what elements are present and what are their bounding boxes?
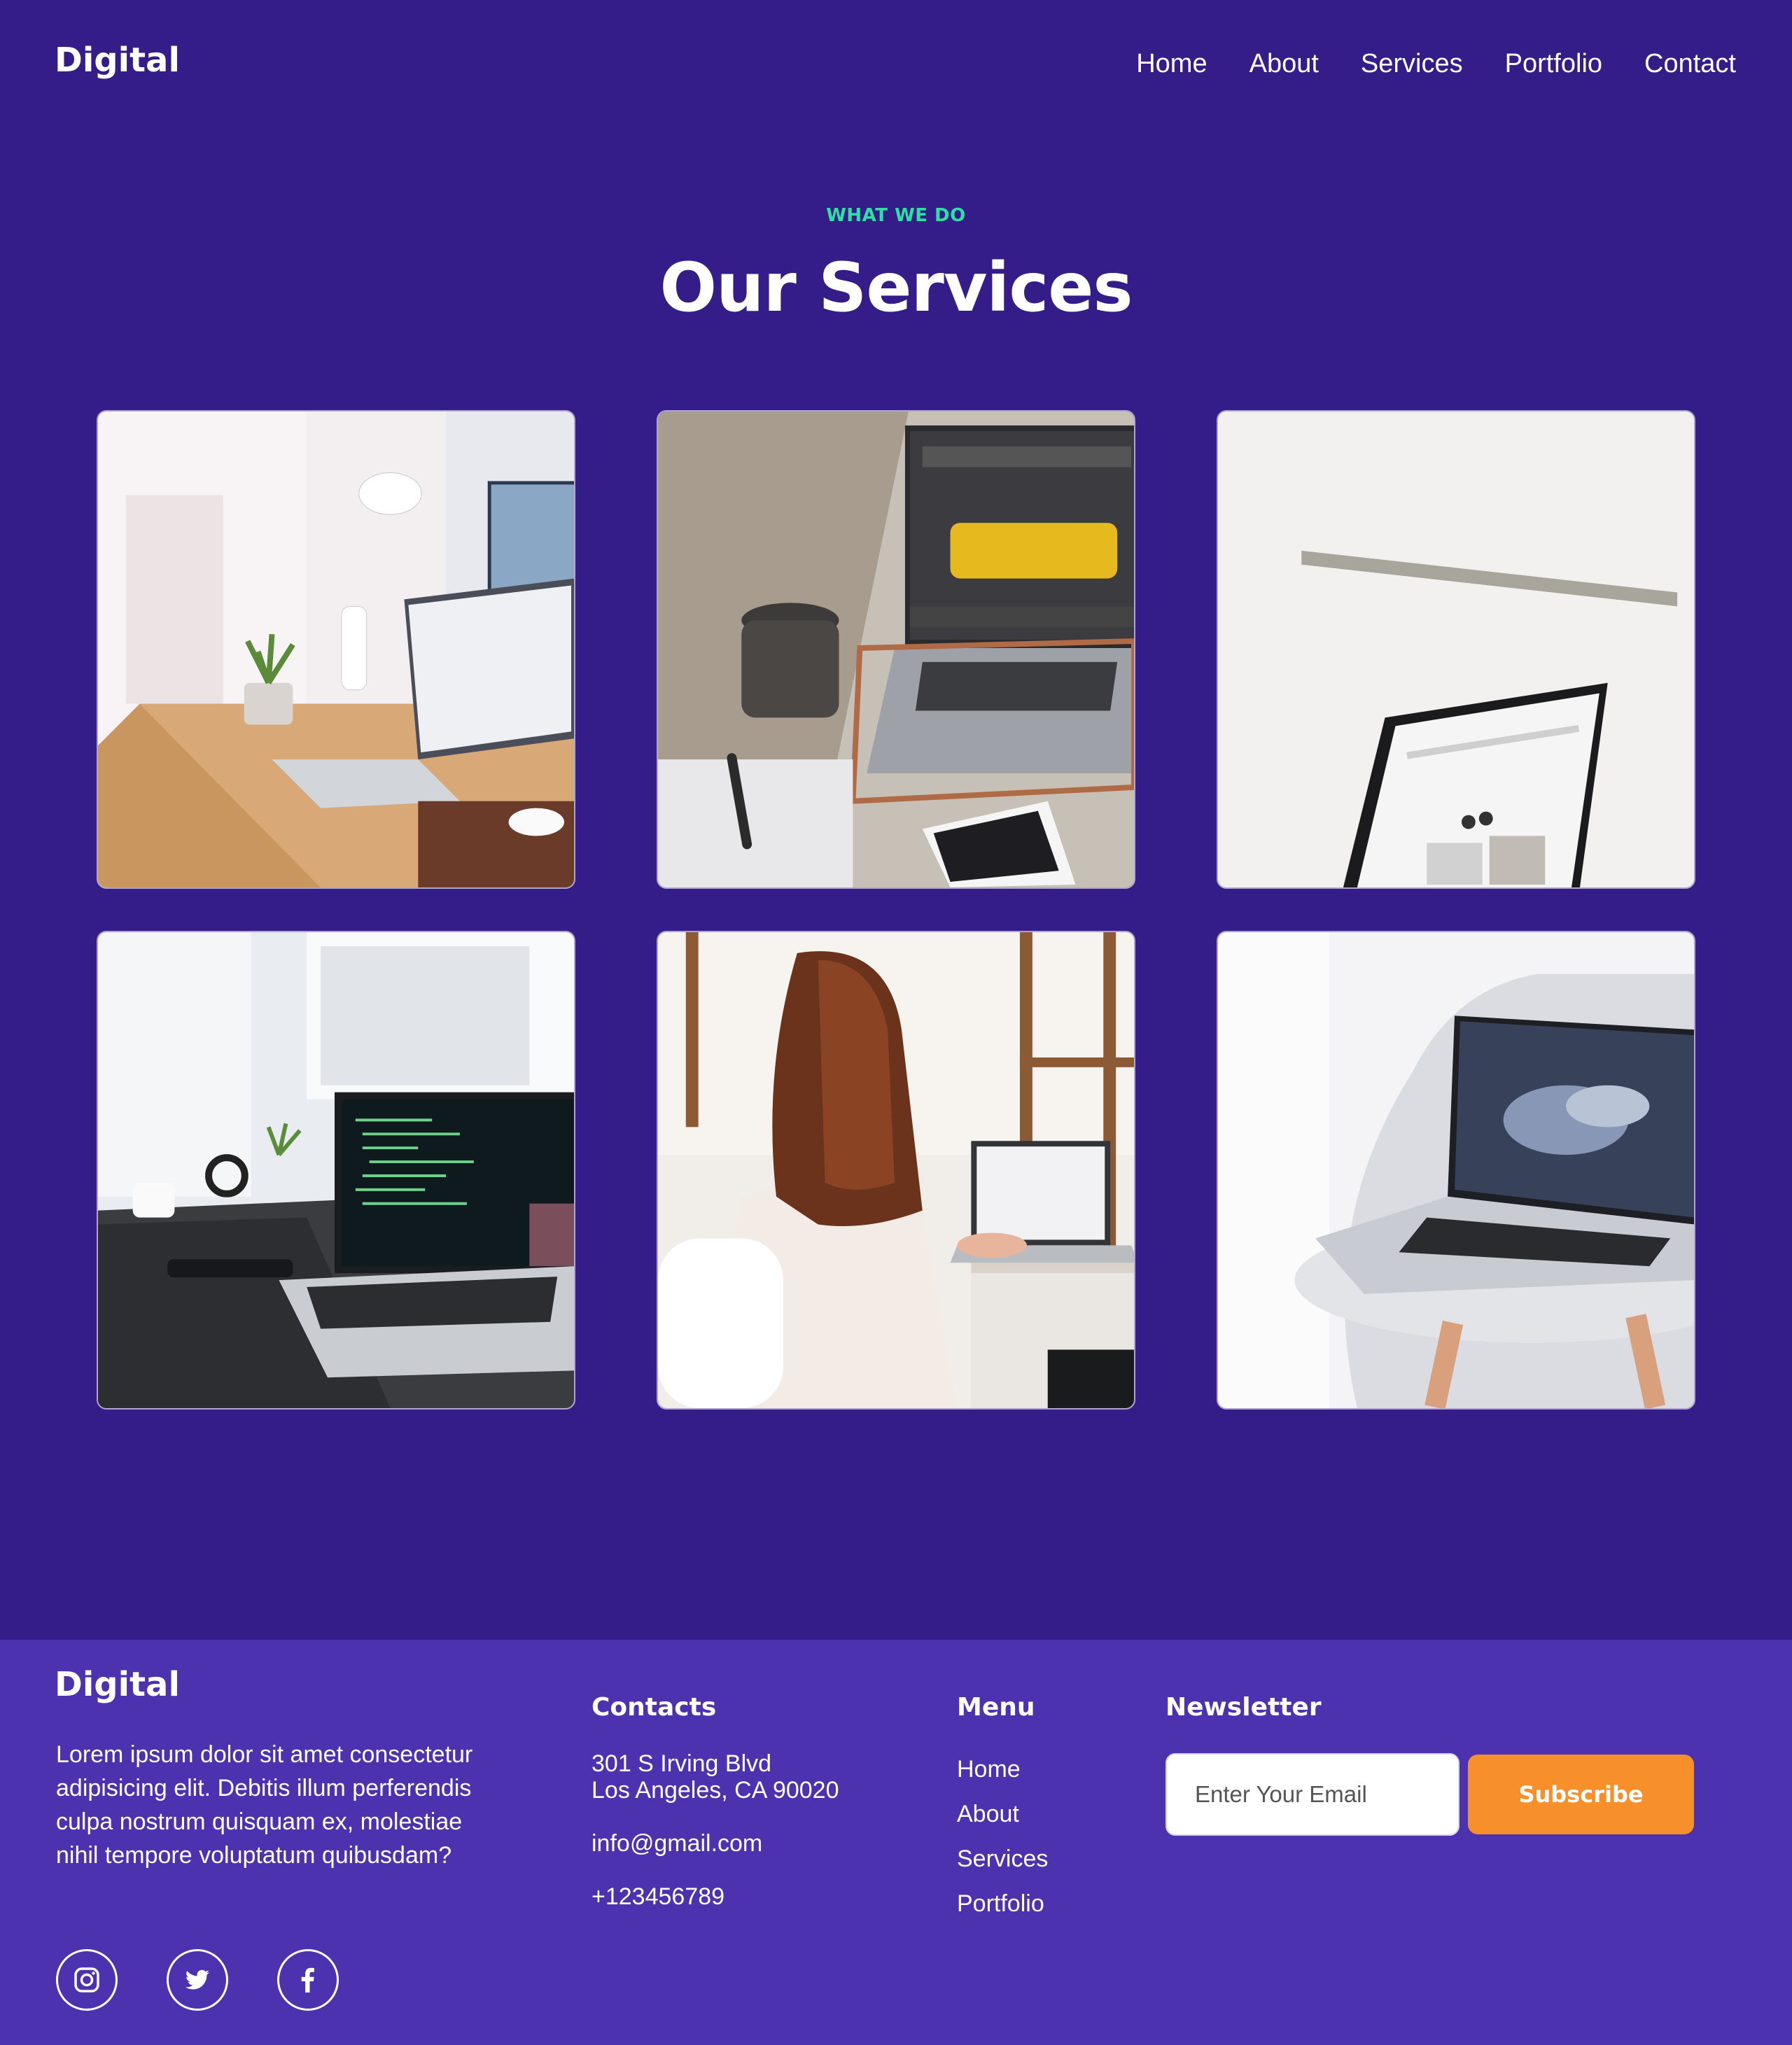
section-eyebrow: WHAT WE DO [826, 205, 966, 226]
site-footer: Digital Lorem ipsum dolor sit amet conse… [0, 1640, 1792, 2045]
site-logo[interactable]: Digital [55, 41, 180, 80]
nav-contact[interactable]: Contact [1644, 49, 1736, 79]
coding-laptop-photo [98, 932, 574, 1408]
service-tile-3[interactable] [1217, 410, 1695, 889]
footer-description: Lorem ipsum dolor sit amet consectetur a… [56, 1741, 473, 1869]
footer-menu-home[interactable]: Home [957, 1756, 1048, 1801]
menu-title: Menu [957, 1693, 1035, 1722]
services-grid [97, 410, 1695, 1410]
service-tile-5[interactable] [657, 931, 1135, 1410]
service-tile-1[interactable] [97, 410, 575, 889]
twitter-button[interactable] [167, 1949, 228, 2011]
contact-phone[interactable]: +123456789 [592, 1883, 886, 1910]
newsletter-title: Newsletter [1166, 1693, 1322, 1722]
woman-working-photo [658, 932, 1134, 1408]
footer-logo[interactable]: Digital [55, 1665, 180, 1704]
footer-menu: Home About Services Portfolio [957, 1756, 1048, 1935]
address-line-2: Los Angeles, CA 90020 [592, 1777, 839, 1804]
newsletter-email-input[interactable] [1166, 1753, 1460, 1836]
footer-menu-portfolio[interactable]: Portfolio [957, 1890, 1048, 1935]
desk-with-laptops-photo [98, 412, 574, 887]
nav-services[interactable]: Services [1361, 49, 1463, 79]
twitter-icon [185, 1969, 209, 1990]
facebook-button[interactable] [277, 1949, 339, 2011]
footer-menu-services[interactable]: Services [957, 1846, 1048, 1890]
nav-about[interactable]: About [1250, 49, 1319, 79]
subscribe-button[interactable]: Subscribe [1468, 1755, 1694, 1834]
contact-email[interactable]: info@gmail.com [592, 1830, 886, 1857]
laptop-white-wall-photo [1218, 412, 1694, 887]
service-tile-4[interactable] [97, 931, 575, 1410]
footer-menu-about[interactable]: About [957, 1801, 1048, 1846]
site-header: Digital Home About Services Portfolio Co… [0, 0, 1792, 133]
laptop-on-chair-photo [1218, 932, 1694, 1408]
contact-info: 301 S Irving Blvd Los Angeles, CA 90020 … [592, 1750, 886, 1910]
section-title: Our Services [659, 248, 1133, 327]
facebook-icon [301, 1967, 314, 1993]
address-line-1: 301 S Irving Blvd [592, 1750, 772, 1777]
service-tile-2[interactable] [657, 410, 1135, 889]
main-nav: Home About Services Portfolio Contact [1136, 49, 1736, 79]
social-links [56, 1949, 339, 2011]
service-tile-6[interactable] [1217, 931, 1695, 1410]
nav-portfolio[interactable]: Portfolio [1505, 49, 1602, 79]
instagram-button[interactable] [56, 1949, 118, 2011]
contacts-title: Contacts [592, 1693, 717, 1722]
nav-home[interactable]: Home [1136, 49, 1207, 79]
instagram-icon [74, 1967, 99, 1993]
laptop-coffee-phone-photo [658, 412, 1134, 887]
